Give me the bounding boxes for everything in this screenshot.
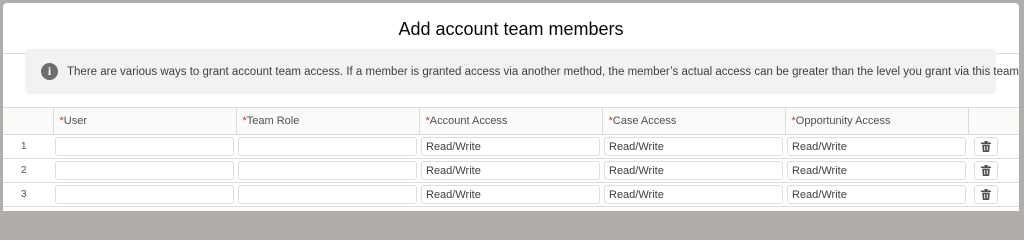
team-members-table: *User *Team Role *Account Access *Case A… (3, 107, 1019, 207)
trash-icon (981, 189, 991, 200)
team-role-field[interactable] (238, 185, 417, 204)
header-label: Account Access (429, 115, 508, 127)
delete-row-button[interactable] (974, 161, 998, 180)
trash-icon (981, 165, 991, 176)
header-actions (968, 107, 1019, 135)
modal-title: Add account team members (398, 18, 624, 39)
header-case-access: *Case Access (602, 107, 786, 135)
opportunity-access-select[interactable]: Read/Write (787, 161, 966, 180)
account-access-select[interactable]: Read/Write (421, 137, 600, 156)
delete-row-button[interactable] (974, 185, 998, 204)
case-access-select[interactable]: Read/Write (604, 185, 783, 204)
header-opportunity-access: *Opportunity Access (785, 107, 969, 135)
opportunity-access-select[interactable]: Read/Write (787, 137, 966, 156)
header-account-access: *Account Access (419, 107, 603, 135)
team-role-field[interactable] (238, 137, 417, 156)
delete-row-button[interactable] (974, 137, 998, 156)
team-role-field[interactable] (238, 161, 417, 180)
header-label: Team Role (246, 115, 300, 127)
opportunity-access-select[interactable]: Read/Write (787, 185, 966, 204)
header-label: User (63, 115, 88, 127)
add-team-members-modal: Add account team members i There are var… (3, 3, 1019, 211)
row-number: 1 (3, 134, 53, 159)
row-number: 3 (3, 182, 53, 207)
trash-icon (981, 141, 991, 152)
account-access-select[interactable]: Read/Write (421, 161, 600, 180)
case-access-select[interactable]: Read/Write (604, 137, 783, 156)
header-label: Case Access (612, 115, 677, 127)
notice-text: There are various ways to grant account … (67, 65, 1019, 78)
user-field[interactable] (55, 161, 234, 180)
user-field[interactable] (55, 185, 234, 204)
table-row: 2 Read/Write Read/Write Read/Write (3, 158, 1019, 183)
row-number: 2 (3, 158, 53, 183)
info-icon: i (41, 63, 58, 80)
info-notice: i There are various ways to grant accoun… (25, 49, 1019, 94)
case-access-select[interactable]: Read/Write (604, 161, 783, 180)
modal-header: Add account team members (3, 3, 1019, 54)
header-row-number (3, 107, 54, 135)
account-access-select[interactable]: Read/Write (421, 185, 600, 204)
table-row: 1 Read/Write Read/Write Read/Write (3, 134, 1019, 159)
user-field[interactable] (55, 137, 234, 156)
header-user: *User (53, 107, 237, 135)
table-row: 3 Read/Write Read/Write Read/Write (3, 182, 1019, 207)
table-header-row: *User *Team Role *Account Access *Case A… (3, 107, 1019, 135)
header-team-role: *Team Role (236, 107, 420, 135)
header-label: Opportunity Access (795, 115, 891, 127)
